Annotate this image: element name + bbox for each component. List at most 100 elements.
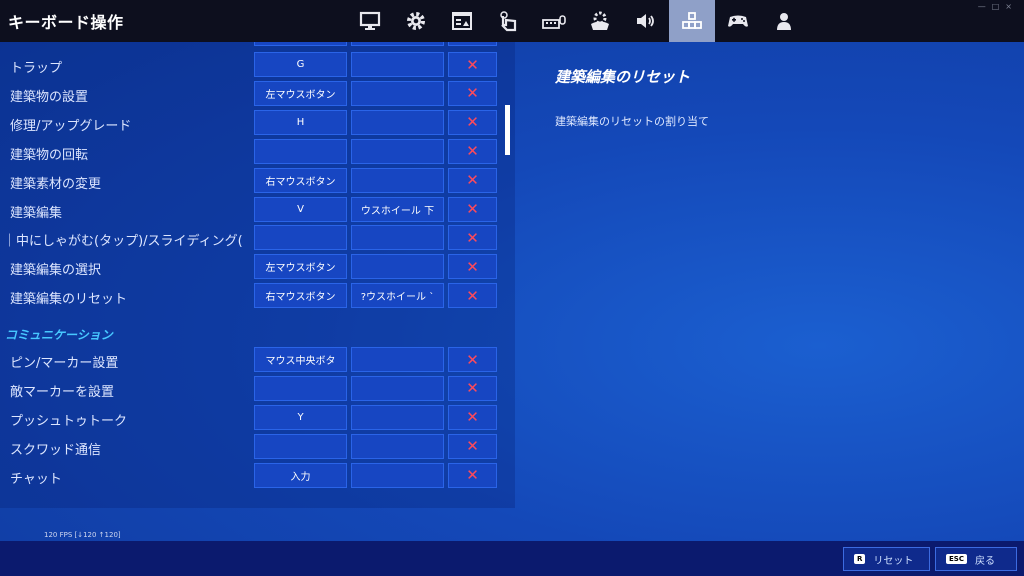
primary-key-slot[interactable] [254, 375, 347, 401]
binding-label: ピン/マーカー設置 [10, 356, 119, 371]
tab-video[interactable] [347, 0, 393, 42]
secondary-key-slot[interactable]: ?ウスホイール ` [351, 283, 444, 309]
primary-key-slot[interactable]: 右マウスボタン [254, 167, 347, 193]
remove-binding-button[interactable]: ✕ [448, 283, 497, 309]
partial-row [0, 42, 505, 48]
binding-row[interactable]: ピン/マーカー設置 マウス中央ボタ ✕ [0, 347, 505, 374]
back-button[interactable]: ESC 戻る [935, 547, 1017, 571]
binding-row[interactable]: トラップ G ✕ [0, 52, 505, 79]
secondary-key-slot[interactable] [351, 109, 444, 135]
binding-label: 建築物の設置 [10, 89, 89, 105]
remove-binding-button[interactable]: ✕ [448, 167, 497, 193]
reset-label: リセット [873, 555, 914, 567]
secondary-key-slot[interactable] [351, 462, 444, 488]
account-icon [777, 13, 791, 30]
tab-account[interactable] [761, 0, 807, 42]
remove-binding-button[interactable]: ✕ [448, 462, 497, 488]
primary-key-slot[interactable]: 左マウスボタン [254, 254, 347, 280]
binding-row[interactable]: 建築編集の選択 左マウスボタン ✕ [0, 254, 505, 281]
binding-row[interactable]: 敵マーカーを設置 ✕ [0, 375, 505, 403]
primary-key-slot[interactable]: G [254, 52, 347, 77]
binding-label: スクワッド通信 [10, 442, 102, 458]
primary-key-slot[interactable]: 左マウスボタン [254, 80, 347, 106]
secondary-key-slot[interactable] [351, 375, 444, 401]
tab-controller-settings[interactable] [577, 0, 623, 42]
secondary-key-slot[interactable] [351, 52, 444, 77]
secondary-key-slot[interactable] [351, 433, 444, 459]
remove-binding-button[interactable]: ✕ [448, 138, 497, 164]
remove-binding-button[interactable]: ✕ [448, 196, 497, 222]
primary-key-slot[interactable]: Y [254, 404, 347, 430]
remove-binding-button[interactable]: ✕ [448, 225, 497, 251]
primary-key-slot[interactable]: V [254, 196, 347, 222]
primary-key-slot[interactable] [254, 433, 347, 459]
binding-row[interactable]: プッシュトゥトーク Y ✕ [0, 404, 505, 432]
close-icon: ✕ [466, 379, 479, 398]
secondary-key-slot[interactable] [351, 254, 444, 280]
fps-counter: 120 FPS [↓120 ↑120] [44, 531, 121, 539]
binding-row[interactable]: チャット 入力 ✕ [0, 462, 505, 490]
gear-icon [407, 12, 425, 30]
reset-button[interactable]: R リセット [843, 547, 930, 571]
close-icon: ✕ [466, 113, 479, 132]
tab-game[interactable] [393, 0, 439, 42]
monitor-icon [359, 11, 381, 30]
close-icon: ✕ [466, 84, 479, 103]
close-icon: ✕ [466, 142, 479, 161]
binding-label: 建築物の回転 [10, 147, 89, 163]
tab-audio[interactable] [623, 0, 669, 42]
binding-row[interactable]: スクワッド通信 ✕ [0, 433, 505, 461]
binding-row[interactable]: 建築物の回転 ✕ [0, 138, 505, 166]
secondary-key-slot[interactable] [351, 167, 444, 193]
close-icon: ✕ [466, 466, 479, 485]
binding-label: 建築素材の変更 [10, 176, 102, 192]
secondary-key-slot[interactable] [351, 80, 444, 106]
remove-binding-button[interactable]: ✕ [448, 433, 497, 459]
secondary-key-slot[interactable] [351, 225, 444, 251]
secondary-key-slot[interactable] [351, 138, 444, 164]
remove-binding-button[interactable]: ✕ [448, 254, 497, 280]
tab-controller[interactable] [715, 0, 761, 42]
scrollbar-thumb[interactable] [505, 105, 510, 155]
tab-touch[interactable] [485, 0, 531, 42]
binding-row[interactable]: 建築編集のリセット 右マウスボタン ?ウスホイール ` ✕ [0, 283, 505, 310]
remove-binding-button[interactable]: ✕ [448, 52, 497, 77]
primary-key-slot[interactable]: 右マウスボタン [254, 283, 347, 309]
primary-key-slot[interactable]: H [254, 109, 347, 135]
touch-icon [500, 11, 517, 32]
remove-binding-button[interactable]: ✕ [448, 80, 497, 106]
remove-binding-button[interactable]: ✕ [448, 347, 497, 372]
remove-binding-button[interactable]: ✕ [448, 375, 497, 401]
window-controls[interactable]: —□× [978, 2, 1018, 11]
primary-key-slot[interactable]: 入力 [254, 462, 347, 488]
page-title: キーボード操作 [8, 13, 124, 32]
section-header-communication: コミュニケーション [5, 328, 113, 342]
binding-row[interactable]: 建築編集 V ウスホイール 下 ✕ [0, 196, 505, 224]
primary-key-slot[interactable] [254, 138, 347, 164]
settings-tabs [347, 0, 807, 42]
remove-binding-button[interactable]: ✕ [448, 109, 497, 135]
tab-game-ui[interactable] [439, 0, 485, 42]
keybind-icon [682, 12, 702, 29]
keyboard-mouse-icon [542, 15, 566, 29]
binding-row[interactable]: 修理/アップグレード H ✕ [0, 109, 505, 137]
secondary-key-slot[interactable]: ウスホイール 下 [351, 196, 444, 222]
primary-key-slot[interactable]: マウス中央ボタ [254, 347, 347, 372]
close-icon: ✕ [466, 55, 479, 74]
binding-row[interactable]: 建築素材の変更 右マウスボタン ✕ [0, 167, 505, 195]
back-key-hint: ESC [946, 554, 967, 564]
remove-binding-button[interactable]: ✕ [448, 404, 497, 430]
tab-keyboard-mouse[interactable] [531, 0, 577, 42]
primary-key-slot[interactable] [254, 225, 347, 251]
speaker-icon [637, 14, 654, 28]
reset-key-hint: R [854, 554, 866, 564]
binding-row[interactable]: ｜中にしゃがむ(タップ)/スライディング(長押 ✕ [0, 225, 505, 252]
binding-row[interactable]: 建築物の設置 左マウスボタン ✕ [0, 80, 505, 108]
secondary-key-slot[interactable] [351, 404, 444, 430]
binding-label: チャット [10, 471, 62, 487]
close-icon: ✕ [466, 437, 479, 456]
secondary-key-slot[interactable] [351, 347, 444, 372]
binding-label: 建築編集 [10, 205, 63, 221]
binding-label: トラップ [10, 61, 63, 76]
tab-keybinds[interactable] [669, 0, 715, 42]
